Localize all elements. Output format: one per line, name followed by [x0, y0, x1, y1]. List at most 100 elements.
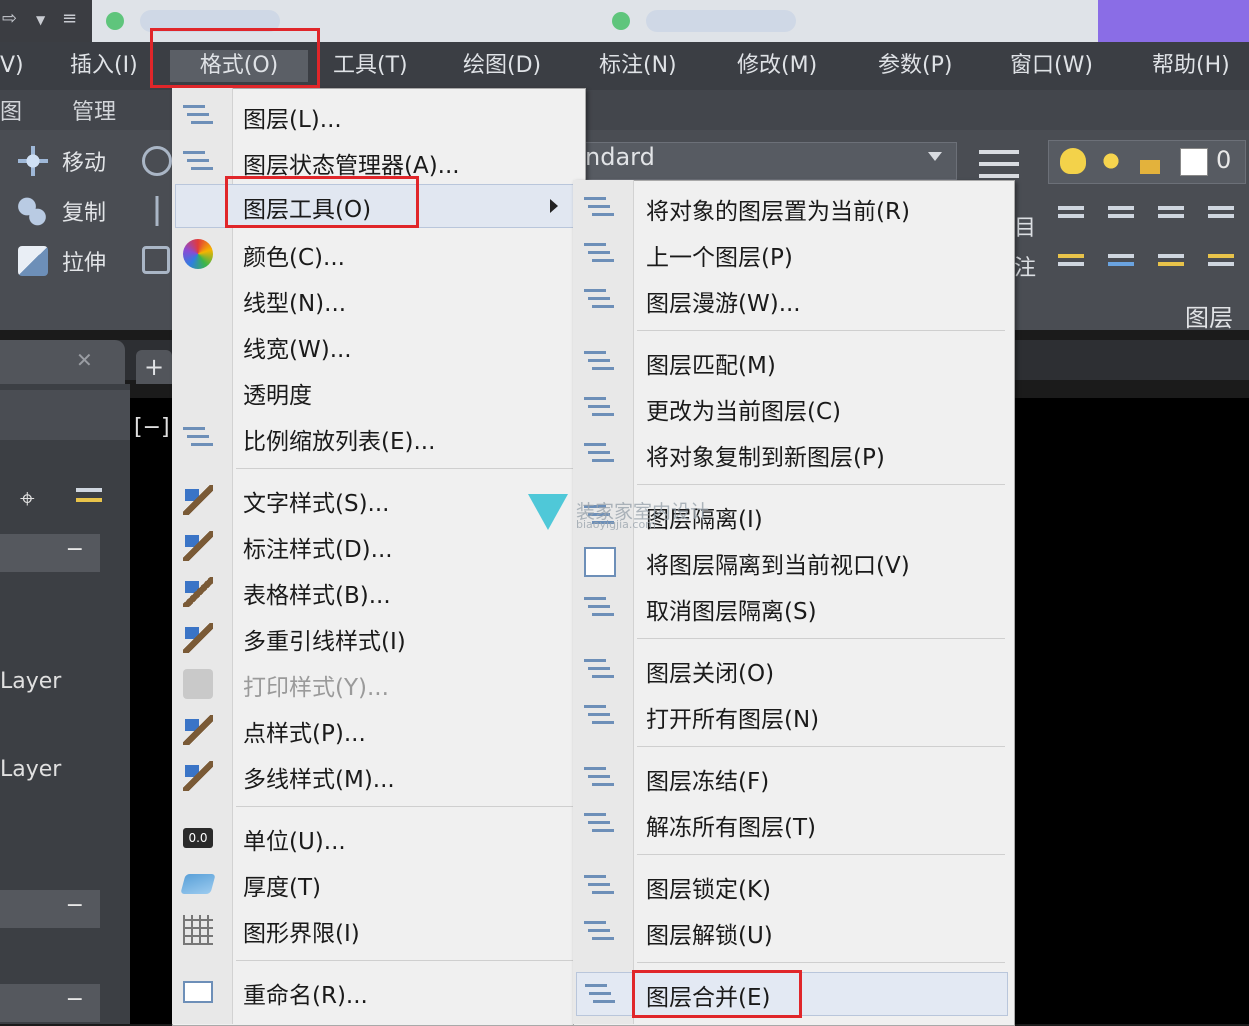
submenu-item-layer-unlock[interactable]: 图层解锁(U)	[576, 910, 1008, 954]
menu-item-dim-style[interactable]: 标注样式(D)...	[175, 524, 581, 568]
menu-modify[interactable]: 修改(M)	[737, 50, 817, 82]
submenu-item-change-to-current[interactable]: 更改为当前图层(C)	[576, 386, 1008, 430]
submenu-item-turn-all-on[interactable]: 打开所有图层(N)	[576, 694, 1008, 738]
submenu-item-label: 图层冻结(F)	[646, 769, 770, 795]
submenu-item-isolate-to-viewport[interactable]: 将图层隔离到当前视口(V)	[576, 540, 1008, 584]
menu-item-drawing-limits[interactable]: 图形界限(I)	[175, 908, 581, 952]
menu-item-label: 打印样式(Y)...	[243, 675, 389, 701]
submenu-item-label: 取消图层隔离(S)	[646, 599, 817, 625]
rotate-icon[interactable]	[142, 146, 172, 176]
tab-manage[interactable]: 管理	[72, 94, 116, 126]
color-swatch-icon[interactable]	[1180, 148, 1208, 176]
browser-tab[interactable]	[646, 10, 796, 32]
submenu-item-label: 将对象的图层置为当前(R)	[646, 199, 910, 225]
menu-dimension[interactable]: 标注(N)	[599, 50, 677, 82]
lightbulb-icon[interactable]	[1060, 148, 1086, 174]
layer-row[interactable]: Layer	[0, 757, 61, 782]
layer-tool-icon[interactable]	[1158, 198, 1184, 224]
stretch-button[interactable]: 拉伸	[62, 245, 106, 277]
layer-row[interactable]: Layer	[0, 669, 61, 694]
menu-item-mline-style[interactable]: 多线样式(M)...	[175, 754, 581, 798]
submenu-item-label: 打开所有图层(N)	[646, 707, 820, 733]
crosshair-icon[interactable]: ⌖	[20, 484, 35, 515]
submenu-item-thaw-all[interactable]: 解冻所有图层(T)	[576, 802, 1008, 846]
redo-icon[interactable]: ⇨	[2, 8, 17, 29]
menu-item-rename[interactable]: 重命名(R)...	[175, 970, 581, 1014]
move-button[interactable]: 移动	[62, 145, 106, 177]
menu-item-label: 线型(N)...	[243, 291, 347, 317]
layer-tool-icon[interactable]	[1108, 246, 1134, 272]
viewport-control[interactable]: [−]	[134, 415, 170, 440]
ribbon-side-label: 目	[1014, 216, 1037, 241]
submenu-item-layer-match[interactable]: 图层匹配(M)	[576, 340, 1008, 384]
menu-item-label: 图层(L)...	[243, 107, 342, 133]
layer-tool-icon[interactable]	[1058, 246, 1084, 272]
submenu-item-layer-freeze[interactable]: 图层冻结(F)	[576, 756, 1008, 800]
copy-button[interactable]: 复制	[62, 195, 106, 227]
menu-item-mleader-style[interactable]: 多重引线样式(I)	[175, 616, 581, 660]
viewport-icon	[584, 547, 616, 577]
new-layer-icon[interactable]	[76, 480, 104, 510]
unlock-icon[interactable]	[1138, 150, 1164, 176]
palette-section-collapse[interactable]: −	[0, 890, 100, 928]
menu-item-table-style[interactable]: 表格样式(B)...	[175, 570, 581, 614]
layer-icon	[183, 101, 213, 131]
submenu-item-layer-lock[interactable]: 图层锁定(K)	[576, 864, 1008, 908]
menu-insert[interactable]: 插入(I)	[70, 50, 138, 82]
close-icon[interactable]: ✕	[76, 348, 93, 372]
palette-header	[0, 390, 130, 440]
layer-state-icon	[183, 147, 213, 177]
menu-draw[interactable]: 绘图(D)	[463, 50, 541, 82]
menu-item-lineweight[interactable]: 线宽(W)...	[175, 324, 581, 368]
submenu-item-copy-to-new-layer[interactable]: 将对象复制到新图层(P)	[576, 432, 1008, 476]
grid-icon	[183, 915, 213, 945]
palette-section-collapse[interactable]: −	[0, 984, 100, 1022]
chevron-down-icon[interactable]	[928, 152, 942, 161]
submenu-item-label: 图层锁定(K)	[646, 877, 772, 903]
sun-icon[interactable]	[1098, 148, 1124, 174]
layer-previous-icon	[584, 239, 616, 269]
menu-item-color[interactable]: 颜色(C)...	[175, 232, 581, 276]
menu-item-layer[interactable]: 图层(L)...	[175, 94, 581, 138]
layer-tool-icon[interactable]	[1108, 198, 1134, 224]
menu-window[interactable]: 窗口(W)	[1010, 50, 1093, 82]
menu-help[interactable]: 帮助(H)	[1152, 50, 1230, 82]
menu-item-thickness[interactable]: 厚度(T)	[175, 862, 581, 906]
change-to-current-icon	[584, 393, 616, 423]
layer-tool-icon[interactable]	[1058, 198, 1084, 224]
layer-tool-icon[interactable]	[1208, 198, 1234, 224]
layer-tool-icon[interactable]	[1158, 246, 1184, 272]
layer-tool-icon[interactable]	[1208, 246, 1234, 272]
customize-icon[interactable]: ≡	[62, 8, 77, 29]
dropdown-icon[interactable]: ▼	[36, 13, 45, 27]
menu-item-scale-list[interactable]: 比例缩放列表(E)...	[175, 416, 581, 460]
submenu-item-layer-off[interactable]: 图层关闭(O)	[576, 648, 1008, 692]
menu-item-units[interactable]: 0.0 单位(U)...	[175, 816, 581, 860]
tab-view[interactable]: 图	[0, 94, 22, 126]
submenu-item-label: 图层匹配(M)	[646, 353, 776, 379]
menu-item-point-style[interactable]: 点样式(P)...	[175, 708, 581, 752]
submenu-item-label: 解冻所有图层(T)	[646, 815, 816, 841]
annotation-box-layer-merge	[632, 970, 802, 1018]
submenu-item-layer-unisolate[interactable]: 取消图层隔离(S)	[576, 586, 1008, 630]
document-tab[interactable]: ✕	[0, 340, 125, 384]
submenu-item-make-current[interactable]: 将对象的图层置为当前(R)	[576, 186, 1008, 230]
menu-item-linetype[interactable]: 线型(N)...	[175, 278, 581, 322]
menu-tools[interactable]: 工具(T)	[333, 50, 408, 82]
menu-item-transparency[interactable]: 透明度	[175, 370, 581, 414]
menu-parametric[interactable]: 参数(P)	[878, 50, 952, 82]
new-tab-button[interactable]: +	[136, 350, 172, 384]
submenu-item-layer-walk[interactable]: 图层漫游(W)...	[576, 278, 1008, 322]
thickness-icon	[180, 874, 216, 894]
annotation-box-layer-tools	[225, 176, 419, 228]
point-style-icon	[183, 715, 213, 745]
menu-item-text-style[interactable]: 文字样式(S)...	[175, 478, 581, 522]
submenu-item-previous-layer[interactable]: 上一个图层(P)	[576, 232, 1008, 276]
mirror-icon[interactable]	[142, 196, 172, 226]
menu-view[interactable]: V)	[0, 50, 24, 82]
menu-item-label: 图形界限(I)	[243, 921, 360, 947]
text-style-icon	[183, 485, 213, 515]
copy-to-new-layer-icon	[584, 439, 616, 469]
scale-icon[interactable]	[142, 246, 170, 274]
palette-section-collapse[interactable]: −	[0, 534, 100, 572]
